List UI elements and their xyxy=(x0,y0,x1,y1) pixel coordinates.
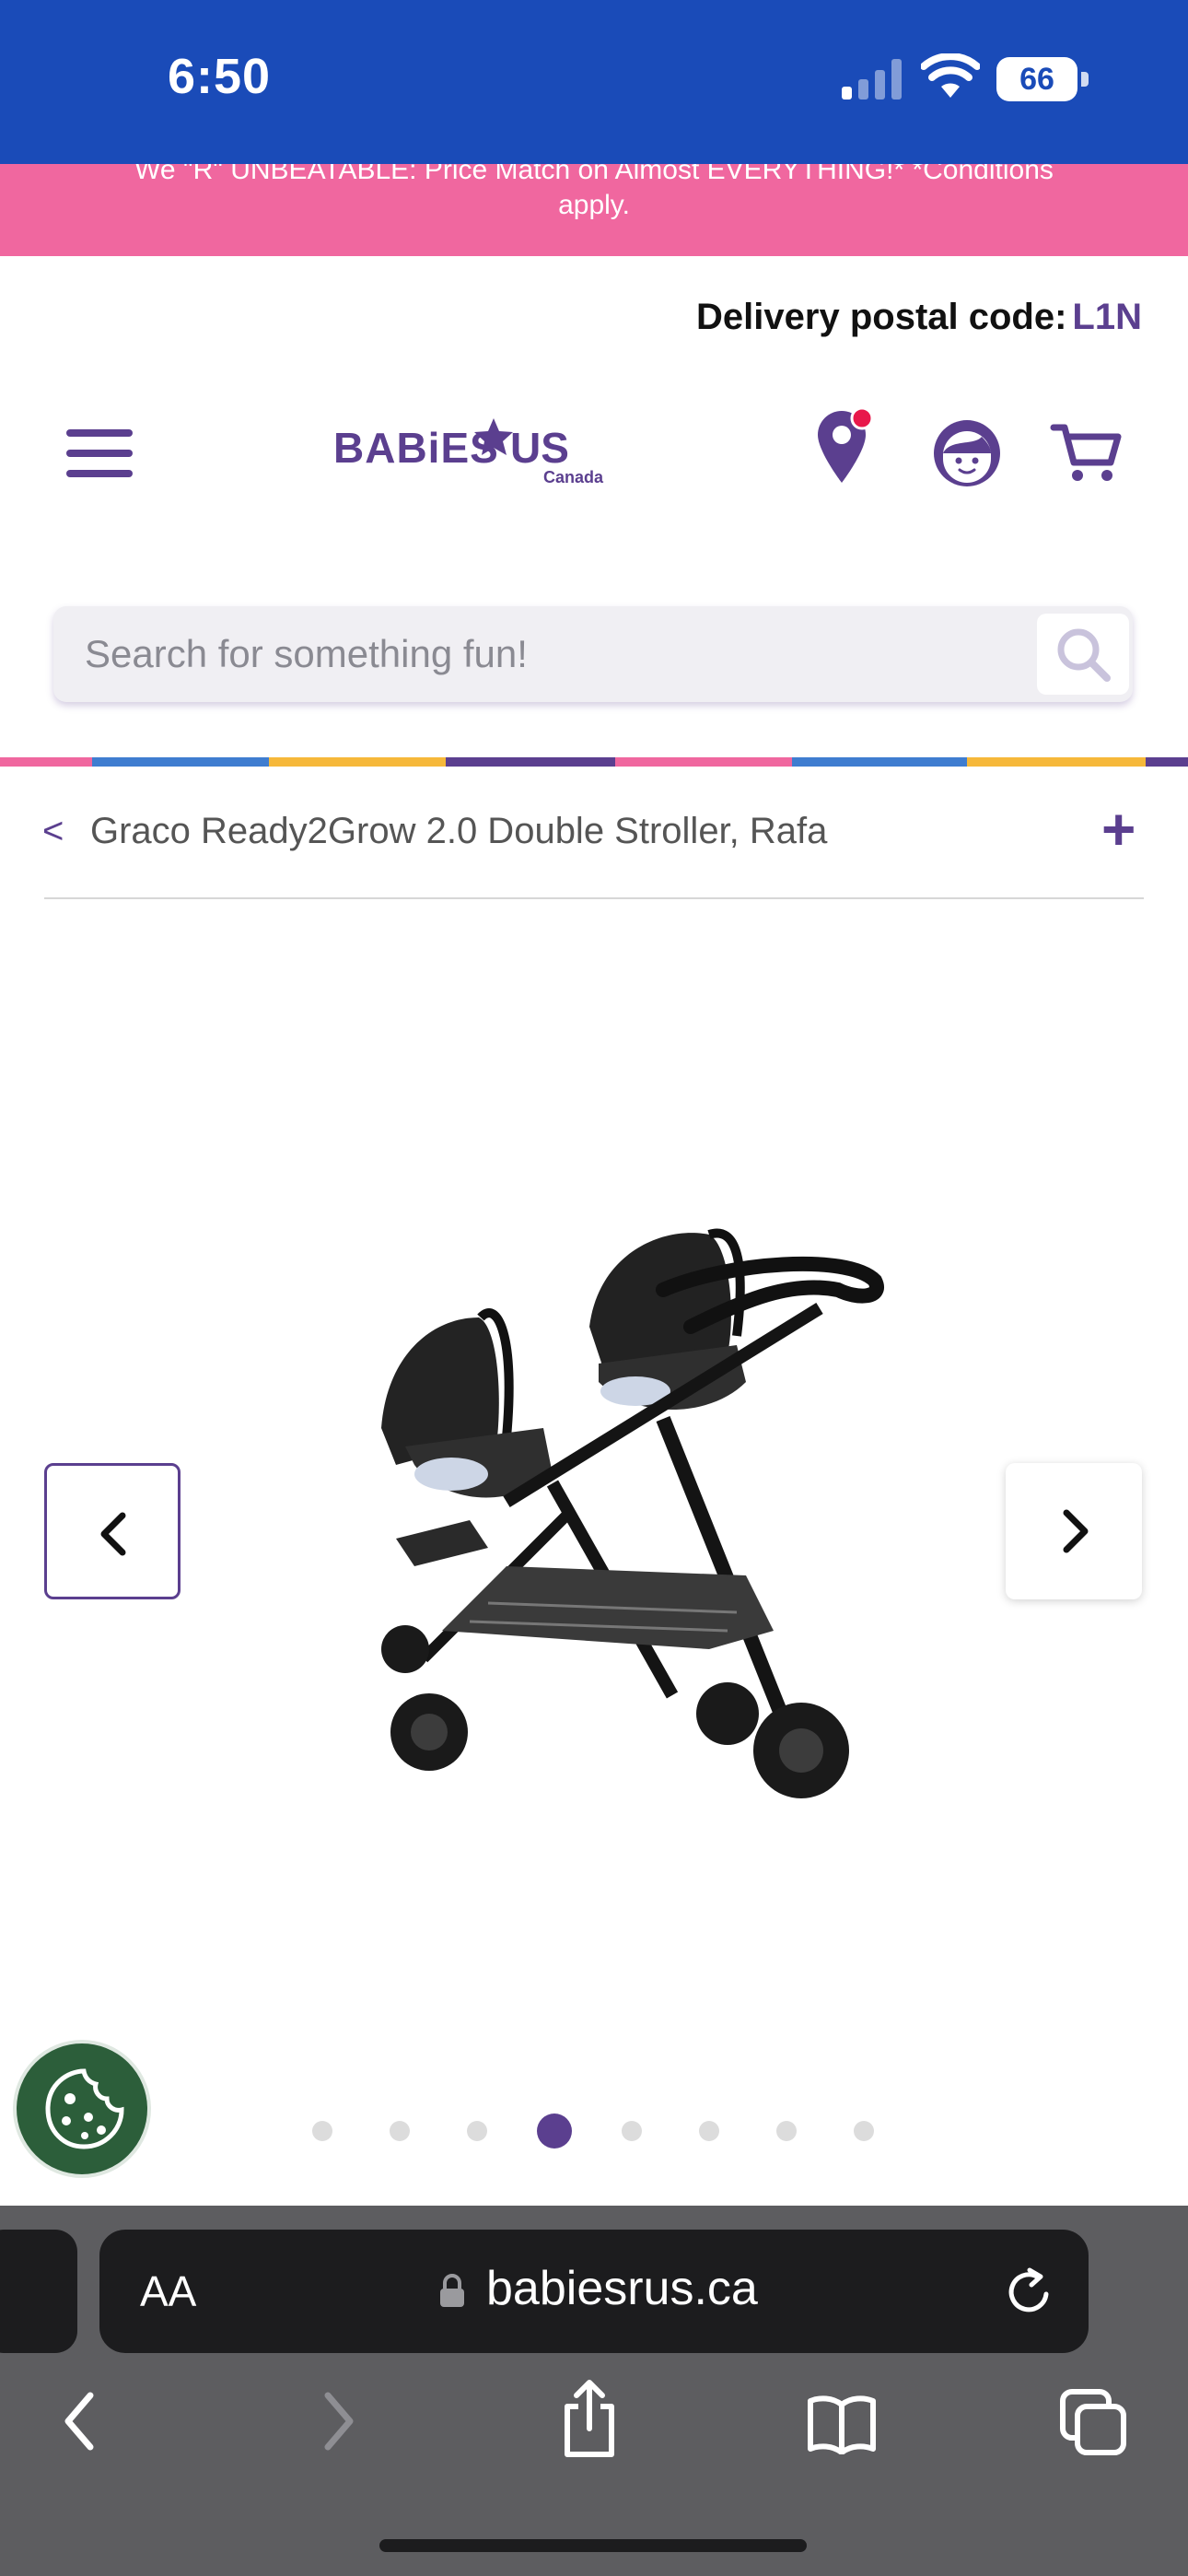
chevron-right-icon xyxy=(1063,1509,1089,1553)
url-text[interactable]: babiesrus.ca xyxy=(486,2261,758,2316)
divider xyxy=(44,897,1144,899)
gallery-dot[interactable] xyxy=(699,2121,719,2141)
search-input[interactable] xyxy=(85,606,1006,702)
gallery-next-button[interactable] xyxy=(1006,1463,1142,1599)
delivery-postal-code[interactable]: Delivery postal code: L1N xyxy=(696,297,1142,338)
cookie-settings-button[interactable] xyxy=(13,2040,151,2178)
store-locator-icon[interactable] xyxy=(814,405,875,485)
account-icon[interactable] xyxy=(932,418,1002,488)
share-icon[interactable] xyxy=(558,2377,621,2458)
status-time: 6:50 xyxy=(168,49,272,104)
gallery-dot[interactable] xyxy=(622,2121,642,2141)
expand-plus-icon[interactable]: + xyxy=(1101,800,1136,859)
battery-level: 66 xyxy=(1019,62,1054,97)
gallery-prev-button[interactable] xyxy=(44,1463,181,1599)
cookie-icon xyxy=(45,2068,124,2149)
reload-icon[interactable] xyxy=(1004,2265,1055,2318)
promo-banner[interactable]: We "R" UNBEATABLE: Price Match on Almost… xyxy=(0,164,1188,256)
decorative-stripe xyxy=(0,757,1188,767)
gallery-dot[interactable] xyxy=(312,2121,332,2141)
search-bar xyxy=(53,606,1133,702)
babiesrus-logo[interactable]: BABiES US Canada xyxy=(330,405,606,488)
home-indicator xyxy=(379,2539,807,2552)
bookmarks-icon[interactable] xyxy=(807,2392,877,2454)
breadcrumb-title: Graco Ready2Grow 2.0 Double Stroller, Ra… xyxy=(90,811,828,851)
menu-icon[interactable] xyxy=(64,426,134,481)
svg-text:Canada: Canada xyxy=(543,468,604,486)
search-icon xyxy=(1057,628,1111,682)
promo-text-line2: apply. xyxy=(558,190,630,220)
search-button[interactable] xyxy=(1037,614,1129,695)
chevron-left-icon xyxy=(100,1512,126,1556)
gallery-dot[interactable] xyxy=(776,2121,797,2141)
back-icon[interactable] xyxy=(57,2384,103,2458)
svg-text:BABiES: BABiES xyxy=(333,424,499,472)
gallery-pagination xyxy=(309,2112,880,2149)
tabs-icon[interactable] xyxy=(1059,2388,1127,2456)
battery-icon: 66 xyxy=(996,57,1089,101)
promo-text-line1: We "R" UNBEATABLE: Price Match on Almost… xyxy=(134,164,1054,185)
text-size-button[interactable]: AA xyxy=(140,2266,196,2316)
svg-text:US: US xyxy=(510,424,569,472)
address-bar[interactable]: AA babiesrus.ca xyxy=(99,2230,1089,2353)
cart-icon[interactable] xyxy=(1050,420,1124,485)
gallery-dot[interactable] xyxy=(390,2121,410,2141)
lock-icon xyxy=(440,2274,464,2307)
text-size-label: AA xyxy=(140,2267,197,2315)
product-image[interactable] xyxy=(359,1198,930,1833)
gallery-dot-active[interactable] xyxy=(537,2113,572,2149)
postal-code-value: L1N xyxy=(1072,297,1142,337)
delivery-label: Delivery postal code: xyxy=(696,297,1067,337)
gallery-dot[interactable] xyxy=(854,2121,874,2141)
status-bar: 6:50 66 xyxy=(0,0,1188,164)
wifi-icon xyxy=(921,53,980,98)
forward-icon[interactable] xyxy=(315,2384,361,2458)
breadcrumb-back-link[interactable]: < xyxy=(42,811,64,852)
cellular-signal-icon xyxy=(842,59,902,100)
previous-tab-peek[interactable] xyxy=(0,2230,77,2353)
gallery-dot[interactable] xyxy=(467,2121,487,2141)
